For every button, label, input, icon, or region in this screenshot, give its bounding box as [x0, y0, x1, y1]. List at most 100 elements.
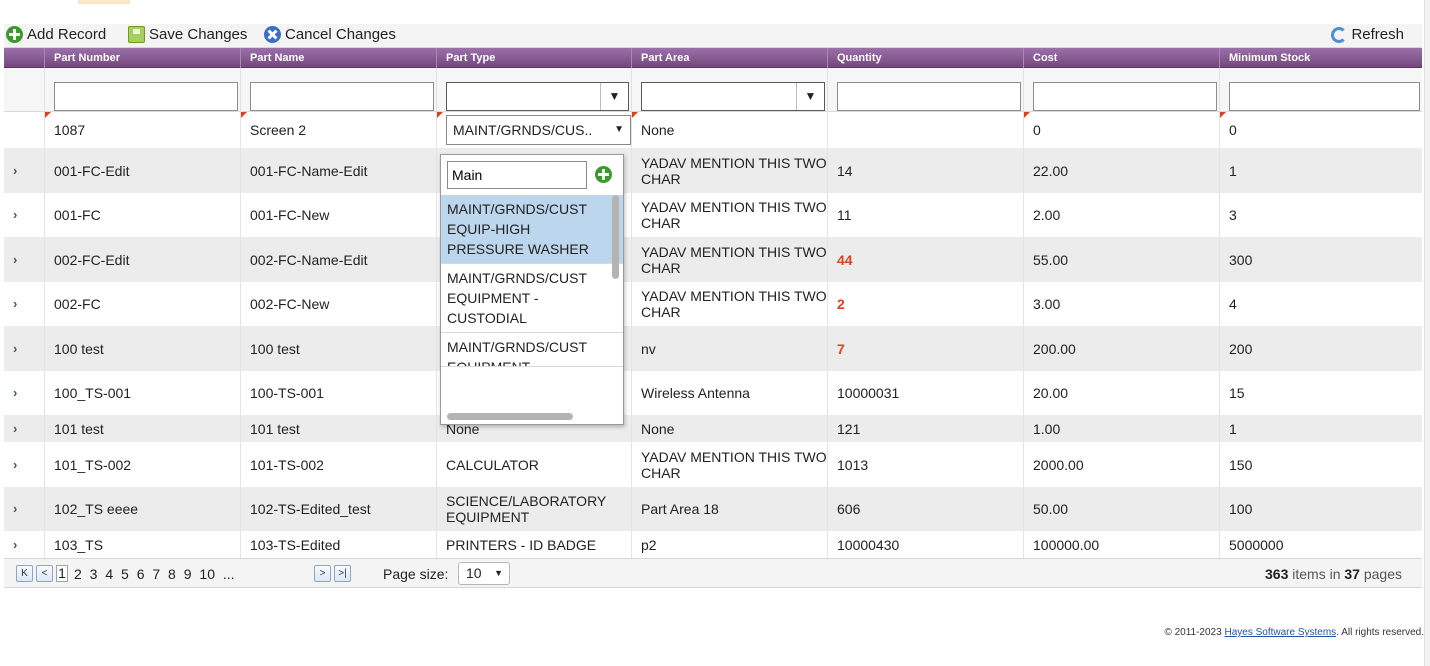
- add-icon: [6, 26, 23, 43]
- cell-part-area[interactable]: None: [631, 112, 827, 148]
- refresh-icon: [1331, 26, 1348, 43]
- cell-quantity[interactable]: [827, 112, 1023, 148]
- page-size-value: 10: [466, 565, 482, 581]
- cell-quantity: 2: [827, 282, 1023, 326]
- row-expander[interactable]: ›: [4, 148, 44, 193]
- table-body: › 001-FC-Edit 001-FC-Name-Edit YADAV MENTIO…: [4, 148, 1422, 558]
- table-row[interactable]: › 001-FC 001-FC-New YADAV MENTION THIS TWO …: [4, 193, 1422, 237]
- cell-cost: 22.00: [1023, 148, 1219, 193]
- cell-part-number: 002-FC-Edit: [44, 237, 240, 282]
- add-record-button[interactable]: Add Record: [6, 26, 106, 43]
- header-cost[interactable]: Cost: [1023, 48, 1219, 68]
- filter-cost-input[interactable]: [1033, 82, 1217, 111]
- items-count: 363: [1265, 566, 1289, 582]
- cell-quantity: 10000430: [827, 531, 1023, 558]
- footer-suffix: . All rights reserved.: [1336, 627, 1424, 638]
- cell-part-number[interactable]: 1087: [44, 112, 240, 148]
- table-row[interactable]: › 100 test 100 test nv 7 200.00 200: [4, 326, 1422, 371]
- page-size-label: Page size:: [383, 566, 449, 582]
- filter-part-area-select[interactable]: ▼: [641, 82, 825, 111]
- cell-part-area: Part Area 18: [631, 487, 827, 531]
- row-expander[interactable]: ›: [4, 487, 44, 531]
- header-part-type[interactable]: Part Type: [436, 48, 631, 68]
- cell-part-area: p2: [631, 531, 827, 558]
- header-minimum-stock[interactable]: Minimum Stock: [1219, 48, 1422, 68]
- cell-minimum-stock[interactable]: 0: [1219, 112, 1422, 148]
- page-size-select[interactable]: 10 ▼: [458, 562, 510, 585]
- cell-part-name: 001-FC-Name-Edit: [240, 148, 436, 193]
- table-row[interactable]: › 002-FC 002-FC-New YADAV MENTION THIS TWO …: [4, 282, 1422, 326]
- cell-cost: 1.00: [1023, 415, 1219, 442]
- table-row[interactable]: › 101 test 101 test None None 121 1.00 1: [4, 415, 1422, 442]
- dropdown-item[interactable]: MAINT/GRNDS/CUST EQUIPMENT - CUSTODIAL: [441, 264, 623, 333]
- row-expander[interactable]: ›: [4, 237, 44, 282]
- header-part-area[interactable]: Part Area: [631, 48, 827, 68]
- chevron-down-icon: ▼: [494, 568, 503, 578]
- grid-toolbar: Add Record Save Changes Cancel Changes R…: [4, 24, 1422, 48]
- header-part-number[interactable]: Part Number: [44, 48, 240, 68]
- chevron-down-icon: ▼: [614, 124, 624, 135]
- part-type-editor-value: MAINT/GRNDS/CUS..: [453, 122, 593, 138]
- row-expander[interactable]: ›: [4, 442, 44, 487]
- table-row[interactable]: › 101_TS-002 101-TS-002 CALCULATOR YADAV MEN…: [4, 442, 1422, 487]
- refresh-button[interactable]: Refresh: [1331, 26, 1404, 43]
- dropdown-search-input[interactable]: [447, 161, 587, 189]
- cell-quantity: 606: [827, 487, 1023, 531]
- filter-spacer: [4, 68, 44, 111]
- cell-part-number: 100_TS-001: [44, 371, 240, 415]
- page-number-links[interactable]: 2 3 4 5 6 7 8 9 10 ...: [74, 566, 235, 582]
- row-expander[interactable]: ›: [4, 531, 44, 558]
- filter-part-type-select[interactable]: ▼: [446, 82, 629, 111]
- header-part-name[interactable]: Part Name: [240, 48, 436, 68]
- filter-quantity-input[interactable]: [837, 82, 1021, 111]
- save-changes-button[interactable]: Save Changes: [128, 26, 247, 43]
- cell-part-area: YADAV MENTION THIS TWO CHAR: [631, 193, 827, 237]
- next-page-button[interactable]: >: [314, 565, 331, 582]
- dropdown-item[interactable]: MAINT/GRNDS/CUST EQUIP-HIGH PRESSURE WAS…: [441, 195, 623, 264]
- cancel-icon: [264, 26, 281, 43]
- filter-minimum-stock-cell: [1219, 68, 1422, 111]
- header-quantity[interactable]: Quantity: [827, 48, 1023, 68]
- table-row[interactable]: › 002-FC-Edit 002-FC-Name-Edit YADAV MENTIO…: [4, 237, 1422, 282]
- part-type-editor-select[interactable]: MAINT/GRNDS/CUS.. ▼: [446, 115, 631, 145]
- table-row[interactable]: › 102_TS eeee 102-TS-Edited_test SCIENCE/LA…: [4, 487, 1422, 531]
- filter-part-name-input[interactable]: [250, 82, 434, 111]
- prev-page-button[interactable]: <: [36, 565, 53, 582]
- cancel-changes-label: Cancel Changes: [285, 26, 396, 43]
- page-scrollbar[interactable]: [1424, 0, 1430, 666]
- cell-part-number: 002-FC: [44, 282, 240, 326]
- items-word: items in: [1292, 566, 1341, 582]
- add-part-type-icon[interactable]: [595, 166, 612, 183]
- parts-grid: Add Record Save Changes Cancel Changes R…: [4, 24, 1422, 588]
- first-page-button[interactable]: K: [16, 565, 33, 582]
- top-accent-bar: [78, 0, 130, 4]
- filter-part-number-input[interactable]: [54, 82, 238, 111]
- cell-part-name: 100-TS-001: [240, 371, 436, 415]
- refresh-label: Refresh: [1351, 26, 1404, 43]
- dropdown-horizontal-scrollbar[interactable]: [447, 413, 573, 420]
- cell-part-number: 101 test: [44, 415, 240, 442]
- dropdown-vertical-scrollbar[interactable]: [612, 195, 619, 279]
- current-page[interactable]: 1: [56, 565, 68, 582]
- filter-minimum-stock-input[interactable]: [1229, 82, 1420, 111]
- row-expander[interactable]: ›: [4, 415, 44, 442]
- add-record-label: Add Record: [27, 26, 107, 43]
- cell-part-name[interactable]: Screen 2: [240, 112, 436, 148]
- company-link[interactable]: Hayes Software Systems: [1224, 627, 1336, 638]
- cancel-changes-button[interactable]: Cancel Changes: [264, 26, 396, 43]
- last-page-button[interactable]: >|: [334, 565, 351, 582]
- dropdown-item[interactable]: MAINT/GRNDS/CUST EQUIPMENT -: [441, 333, 623, 367]
- pages-count: 37: [1344, 566, 1360, 582]
- row-expander[interactable]: ›: [4, 371, 44, 415]
- row-expander[interactable]: ›: [4, 282, 44, 326]
- row-expander[interactable]: ›: [4, 326, 44, 371]
- row-expander[interactable]: ›: [4, 193, 44, 237]
- cell-cost[interactable]: 0: [1023, 112, 1219, 148]
- cell-quantity: 1013: [827, 442, 1023, 487]
- table-row[interactable]: › 103_TS 103-TS-Edited PRINTERS - ID BADGE p…: [4, 531, 1422, 558]
- cell-part-area: nv: [631, 326, 827, 371]
- table-row[interactable]: › 001-FC-Edit 001-FC-Name-Edit YADAV MENTIO…: [4, 148, 1422, 193]
- table-row[interactable]: › 100_TS-001 100-TS-001 Wireless Antenna 100…: [4, 371, 1422, 415]
- cell-minimum-stock: 15: [1219, 371, 1422, 415]
- cell-cost: 2.00: [1023, 193, 1219, 237]
